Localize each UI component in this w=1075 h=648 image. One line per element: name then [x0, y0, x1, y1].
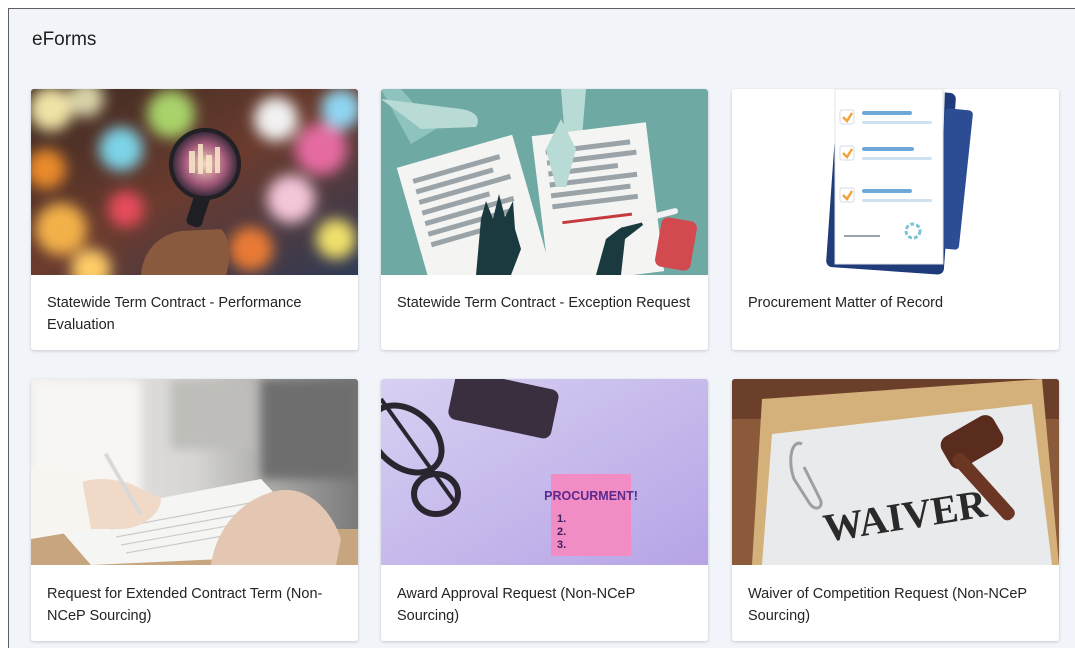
form-card-title: Procurement Matter of Record	[748, 295, 944, 311]
clipboard-checklist-image	[732, 89, 1059, 275]
procurement-sticky-note-image: PROCURMENT! 1. 2. 3.	[381, 379, 708, 565]
form-card-title: Statewide Term Contract - Performance Ev…	[47, 295, 302, 333]
hand-signing-paper-image	[31, 379, 358, 565]
sticky-note-item: 3.	[557, 539, 566, 551]
form-card-title: Statewide Term Contract - Exception Requ…	[397, 295, 691, 311]
form-card-exception-request[interactable]: Statewide Term Contract - Exception Requ…	[381, 89, 708, 350]
sticky-note-heading: PROCURMENT!	[544, 489, 638, 503]
waiver-gavel-image: WAIVER	[732, 379, 1059, 565]
page-title: eForms	[32, 29, 97, 50]
form-card-title: Award Approval Request (Non-NCeP Sourcin…	[397, 586, 636, 624]
form-card-title: Request for Extended Contract Term (Non-…	[47, 586, 323, 624]
hands-signing-documents-image	[381, 89, 708, 275]
form-card-waiver-of-competition[interactable]: WAIVER Waiver of Competition Request (No…	[732, 379, 1059, 641]
sticky-note-item: 2.	[557, 526, 566, 538]
form-card-performance-evaluation[interactable]: Statewide Term Contract - Performance Ev…	[31, 89, 358, 350]
bokeh-city-magnifier-image	[31, 89, 358, 275]
form-card-title: Waiver of Competition Request (Non-NCeP …	[748, 586, 1027, 624]
form-card-matter-of-record[interactable]: Procurement Matter of Record	[732, 89, 1059, 350]
form-card-extended-contract-term[interactable]: Request for Extended Contract Term (Non-…	[31, 379, 358, 641]
sticky-note-item: 1.	[557, 513, 566, 525]
form-card-award-approval[interactable]: PROCURMENT! 1. 2. 3. Award Approval Requ…	[381, 379, 708, 641]
